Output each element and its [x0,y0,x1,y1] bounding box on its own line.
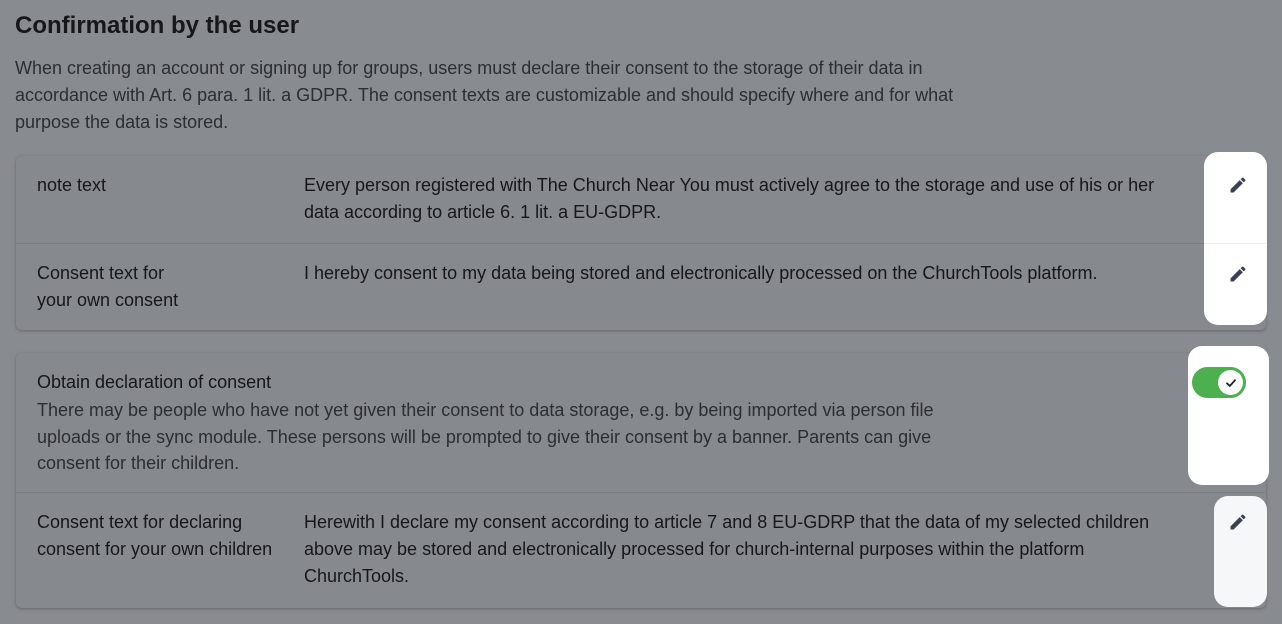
row-value-children-consent: Herewith I declare my consent according … [304,512,1150,586]
row-value-own-consent: I hereby consent to my data being stored… [304,263,1098,283]
pencil-icon [1230,514,1246,530]
section-description: When creating an account or signing up f… [15,58,954,132]
settings-row-obtain-declaration: Obtain declaration of consent There may … [16,353,1266,492]
pencil-icon [1230,177,1246,193]
row-label-children-consent: Consent text for declaring consent for y… [37,512,273,559]
toggle-knob [1218,370,1243,395]
edit-note-text-button[interactable] [1225,172,1251,198]
checkmark-icon [1225,378,1236,387]
settings-row-own-consent: Consent text for your own consent I here… [16,243,1266,331]
pencil-icon [1230,266,1246,282]
actions-panel-divider [1204,243,1267,244]
settings-row-children-consent: Consent text for declaring consent for y… [16,492,1266,609]
row-description-obtain-declaration: There may be people who have not yet giv… [37,400,934,473]
edit-own-consent-button[interactable] [1225,261,1251,287]
row-label-obtain-declaration: Obtain declaration of consent [37,372,272,392]
settings-row-note-text: note text Every person registered with T… [16,156,1266,243]
edit-children-consent-button[interactable] [1225,509,1251,535]
declaration-card: Obtain declaration of consent There may … [16,353,1266,608]
row-value-note-text: Every person registered with The Church … [304,175,1155,222]
obtain-declaration-toggle[interactable] [1192,367,1246,398]
row-label-note-text: note text [37,175,107,195]
section-title: Confirmation by the user [15,12,300,39]
row-label-own-consent: Consent text for your own consent [37,263,179,310]
consent-texts-card: note text Every person registered with T… [16,156,1266,330]
